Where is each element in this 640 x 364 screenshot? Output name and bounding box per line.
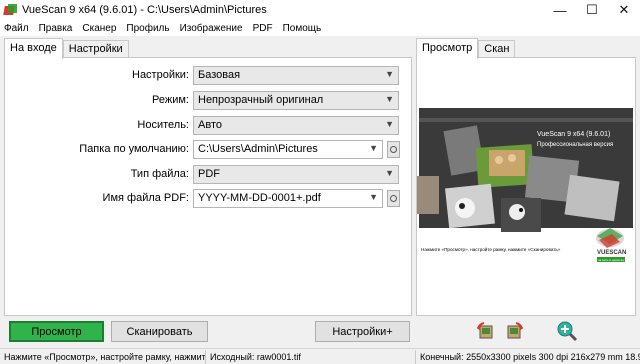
tab-input[interactable]: На входе — [4, 38, 63, 59]
settings-value: Базовая — [198, 69, 241, 81]
pdfname-value: YYYY-MM-DD-0001+.pdf — [198, 192, 321, 204]
chevron-down-icon: ▼ — [369, 143, 378, 153]
title-bar: VueScan 9 x64 (9.6.01) - C:\Users\Admin\… — [0, 0, 640, 20]
menu-file[interactable]: Файл — [4, 23, 29, 34]
chevron-down-icon: ▼ — [385, 94, 394, 104]
filetype-select[interactable]: PDF ▼ — [193, 165, 399, 184]
pdfname-row: Имя файла PDF: YYYY-MM-DD-0001+.pdf ▼ — [5, 189, 413, 209]
close-button[interactable]: ✕ — [608, 0, 640, 20]
filetype-row: Тип файла: PDF ▼ — [5, 165, 413, 185]
media-value: Авто — [198, 119, 222, 131]
chevron-down-icon: ▼ — [385, 168, 394, 178]
status-input: Исходный: raw0001.tif — [206, 349, 416, 364]
status-output: Конечный: 2550x3300 pixels 300 dpi 216x2… — [420, 351, 640, 362]
settings-select[interactable]: Базовая ▼ — [193, 66, 399, 85]
menu-edit[interactable]: Правка — [39, 23, 73, 34]
action-bar: Просмотр Сканировать Настройки+ — [0, 318, 640, 348]
menu-scanner[interactable]: Сканер — [82, 23, 116, 34]
input-tab-content: Настройки: Базовая ▼ Режим: Непрозрачный … — [4, 57, 412, 316]
right-tab-strip: Просмотр Скан — [416, 38, 636, 59]
mode-select[interactable]: Непрозрачный оригинал ▼ — [193, 91, 399, 110]
logo-subtext: на весь в одиночку — [598, 258, 625, 262]
tab-scan[interactable]: Скан — [478, 40, 516, 58]
splash-image: VueScan 9 x64 (9.6.01) Профессиональная … — [417, 58, 635, 315]
tab-settings[interactable]: Настройки — [62, 40, 129, 58]
folder-label: Папка по умолчанию: — [79, 143, 189, 155]
media-label: Носитель: — [137, 119, 189, 131]
zoom-in-icon[interactable] — [556, 320, 578, 342]
pdfname-combo[interactable]: YYYY-MM-DD-0001+.pdf ▼ — [193, 189, 383, 208]
media-select[interactable]: Авто ▼ — [193, 116, 399, 135]
pdfname-browse-button[interactable] — [387, 190, 400, 207]
splash-heading: VueScan 9 x64 (9.6.01) — [537, 131, 610, 138]
chevron-down-icon: ▼ — [385, 69, 394, 79]
mode-row: Режим: Непрозрачный оригинал ▼ — [5, 91, 413, 111]
preview-canvas[interactable]: VueScan 9 x64 (9.6.01) Профессиональная … — [416, 57, 636, 316]
browse-icon — [390, 195, 397, 202]
status-bar: Нажмите «Просмотр», настройте рамку, наж… — [0, 348, 640, 364]
menu-bar: Файл Правка Сканер Профиль Изображение P… — [0, 20, 640, 36]
tab-preview[interactable]: Просмотр — [416, 38, 479, 59]
folder-combo[interactable]: C:\Users\Admin\Pictures ▼ — [193, 140, 383, 159]
splash-instruction: Нажмите «Просмотр», настройте рамку, наж… — [421, 246, 561, 252]
splash-subheading: Профессиональная версия — [537, 142, 613, 148]
mode-value: Непрозрачный оригинал — [198, 94, 324, 106]
preview-panel: Просмотр Скан VueScan 9 x64 (9.6.01) Про… — [416, 38, 636, 316]
folder-row: Папка по умолчанию: C:\Users\Admin\Pictu… — [5, 140, 413, 160]
mode-label: Режим: — [152, 94, 189, 106]
filetype-value: PDF — [198, 168, 220, 180]
filetype-label: Тип файла: — [130, 168, 189, 180]
minimize-button[interactable]: — — [544, 0, 576, 20]
vuescan-app-icon — [3, 3, 18, 17]
menu-profile[interactable]: Профиль — [126, 23, 169, 34]
scan-button[interactable]: Сканировать — [111, 321, 208, 342]
settings-panel: На входе Настройки Настройки: Базовая ▼ Р… — [4, 38, 412, 316]
rotate-right-icon[interactable] — [502, 320, 524, 342]
chevron-down-icon: ▼ — [385, 119, 394, 129]
settings-row: Настройки: Базовая ▼ — [5, 66, 413, 86]
chevron-down-icon: ▼ — [369, 192, 378, 202]
browse-icon — [390, 146, 397, 153]
menu-help[interactable]: Помощь — [283, 23, 322, 34]
pdfname-label: Имя файла PDF: — [102, 192, 189, 204]
settings-label: Настройки: — [132, 69, 189, 81]
folder-browse-button[interactable] — [387, 141, 400, 158]
status-hint: Нажмите «Просмотр», настройте рамку, наж… — [0, 349, 206, 364]
more-settings-button[interactable]: Настройки+ — [315, 321, 410, 342]
folder-value: C:\Users\Admin\Pictures — [198, 143, 318, 155]
maximize-button[interactable]: ☐ — [576, 0, 608, 20]
left-tab-strip: На входе Настройки — [4, 38, 412, 59]
preview-button[interactable]: Просмотр — [9, 321, 104, 342]
window-title: VueScan 9 x64 (9.6.01) - C:\Users\Admin\… — [22, 4, 267, 16]
media-row: Носитель: Авто ▼ — [5, 116, 413, 136]
menu-pdf[interactable]: PDF — [253, 23, 273, 34]
logo-text: VUESCAN — [597, 250, 626, 256]
rotate-left-icon[interactable] — [476, 320, 498, 342]
menu-image[interactable]: Изображение — [180, 23, 243, 34]
